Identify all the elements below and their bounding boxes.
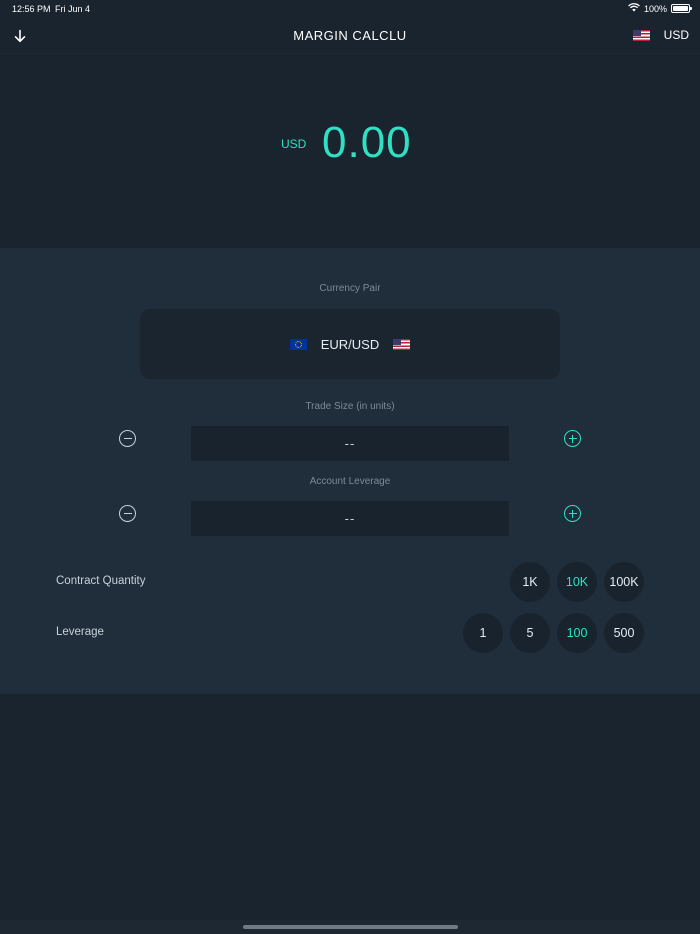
page-title: MARGIN CALCLU — [293, 28, 407, 43]
contract-quantity-label: Contract Quantity — [56, 575, 146, 587]
leverage-option-100[interactable]: 100 — [557, 613, 597, 653]
account-leverage-input[interactable]: -- — [191, 501, 509, 536]
empty-area — [0, 694, 700, 934]
account-leverage-increment-button[interactable] — [564, 505, 581, 522]
us-flag-icon — [632, 29, 650, 41]
contract-quantity-option-100k[interactable]: 100K — [604, 562, 644, 602]
leverage-option-1[interactable]: 1 — [463, 613, 503, 653]
currency-pair-label: Currency Pair — [319, 283, 381, 294]
currency-selector[interactable]: USD — [632, 28, 689, 42]
minus-icon — [123, 437, 132, 440]
trade-size-decrement-button[interactable] — [119, 430, 136, 447]
account-leverage-label: Account Leverage — [309, 476, 391, 487]
battery-icon — [671, 4, 692, 13]
account-leverage-decrement-button[interactable] — [119, 505, 136, 522]
status-bar: 12:56 PM Fri Jun 4 100% — [0, 0, 700, 18]
nav-bar: MARGIN CALCLU USD — [0, 18, 700, 54]
result-panel: USD 0.00 — [0, 55, 700, 248]
minus-icon — [123, 512, 132, 515]
status-right: 100% — [628, 3, 692, 14]
wifi-icon — [628, 3, 640, 14]
battery-percent: 100% — [643, 3, 667, 14]
contract-quantity-option-10k[interactable]: 10K — [557, 562, 597, 602]
status-time: 12:56 PM — [12, 4, 51, 14]
currency-label: USD — [663, 28, 689, 42]
eu-flag-icon — [289, 338, 307, 350]
leverage-option-5[interactable]: 5 — [510, 613, 550, 653]
trade-size-input[interactable]: -- — [191, 426, 509, 461]
contract-quantity-option-1k[interactable]: 1K — [510, 562, 550, 602]
status-date: Fri Jun 4 — [55, 4, 91, 14]
trade-size-increment-button[interactable] — [564, 430, 581, 447]
us-flag-icon — [393, 338, 411, 350]
margin-result: 0.00 — [322, 118, 412, 167]
leverage-option-500[interactable]: 500 — [604, 613, 644, 653]
calculator-form: Currency Pair EUR/USD Trade Size (in uni… — [0, 248, 700, 694]
home-bar-area — [0, 920, 700, 934]
currency-pair-selector[interactable]: EUR/USD — [140, 309, 560, 379]
result-currency: USD — [281, 137, 307, 151]
home-indicator[interactable] — [243, 925, 458, 929]
trade-size-label: Trade Size (in units) — [305, 401, 395, 412]
leverage-label: Leverage — [56, 626, 104, 638]
currency-pair-value: EUR/USD — [320, 336, 380, 352]
